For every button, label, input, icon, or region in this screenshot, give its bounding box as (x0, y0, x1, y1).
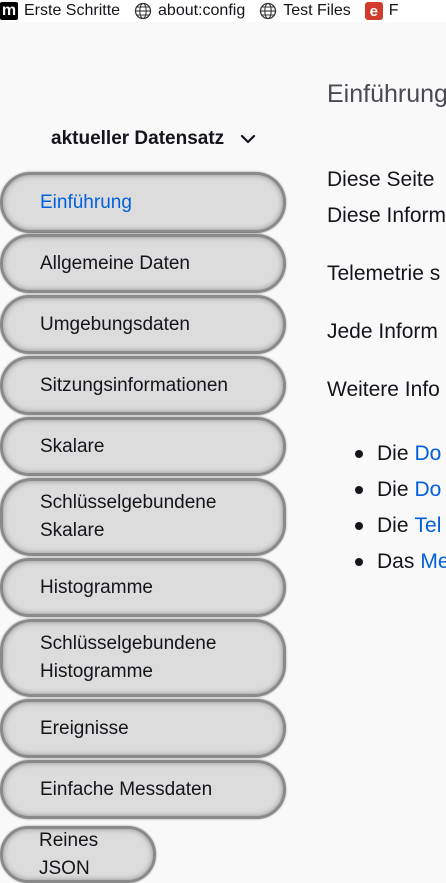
list-item-prefix: Das (377, 550, 415, 573)
list-item-prefix: Die (377, 478, 409, 501)
sidebar-item-allgemeine-daten[interactable]: Allgemeine Daten (0, 234, 286, 293)
sidebar-item-label: Sitzungsinformationen (40, 374, 228, 396)
sidebar-item-label: Skalare (40, 435, 105, 457)
sidebar-item-label: Histogramme (40, 576, 153, 598)
list-item: Die Tel (355, 508, 446, 544)
paragraph-text: Jede Inform (327, 320, 438, 343)
page-title: Einführung (327, 80, 446, 108)
bookmark-label: about:config (158, 2, 246, 19)
bullet-icon (355, 450, 363, 458)
sidebar-item-sitzungsinformationen[interactable]: Sitzungsinformationen (0, 356, 286, 415)
list-item: Die Do (355, 472, 446, 508)
bookmark-f[interactable]: e F (364, 2, 399, 20)
e-logo-icon: e (364, 2, 383, 20)
paragraph-text: Diese Inform (327, 204, 446, 227)
list-item: Das Me (355, 544, 446, 580)
sidebar-item-schluesselgebundene-histogramme[interactable]: Schlüsselgebundene Histogramme (0, 619, 286, 697)
bookmark-label: F (388, 2, 399, 19)
category-selected-label: aktueller Datensatz (51, 128, 225, 149)
list-item-prefix: Die (377, 442, 409, 465)
sidebar-item-einfuehrung[interactable]: Einführung (0, 172, 286, 233)
list-item: Die Do (355, 436, 446, 472)
bookmark-label: Test Files (283, 2, 351, 19)
bullet-icon (355, 522, 363, 530)
paragraph-text: Weitere Info (327, 378, 440, 401)
sidebar-item-ereignisse[interactable]: Ereignisse (0, 699, 286, 758)
sidebar-item-histogramme[interactable]: Histogramme (0, 558, 286, 617)
bullet-icon (355, 558, 363, 566)
list-item-link[interactable]: Tel (415, 514, 442, 538)
sidebar-item-label: Schlüsselgebundene Skalare (40, 492, 217, 541)
sidebar-item-label: Einführung (40, 191, 132, 213)
sidebar-item-einfache-messdaten[interactable]: Einfache Messdaten (0, 760, 286, 819)
bookmark-about-config[interactable]: about:config (134, 2, 245, 20)
paragraph-text: Telemetrie s (327, 262, 441, 285)
bookmarks-toolbar: m Erste Schritte about:config Test Files… (0, 0, 446, 22)
sidebar-item-label: Reines JSON (39, 829, 99, 879)
list-item-link[interactable]: Me (420, 550, 446, 574)
bookmark-test-files[interactable]: Test Files (259, 2, 351, 20)
sidebar-item-skalare[interactable]: Skalare (0, 417, 286, 476)
sidebar-item-umgebungsdaten[interactable]: Umgebungsdaten (0, 295, 286, 354)
sidebar-item-label: Umgebungsdaten (40, 313, 190, 335)
globe-icon (259, 2, 277, 20)
bookmark-erste-schritte[interactable]: m Erste Schritte (0, 2, 120, 20)
category-select[interactable]: aktueller Datensatz (51, 128, 256, 150)
chevron-down-icon (241, 134, 256, 144)
list-item-prefix: Die (377, 514, 409, 537)
list-item-link[interactable]: Do (415, 442, 442, 466)
sidebar-item-schluesselgebundene-skalare[interactable]: Schlüsselgebundene Skalare (0, 478, 286, 556)
sidebar-item-label: Einfache Messdaten (40, 778, 213, 800)
globe-icon (134, 2, 152, 20)
sidebar-item-label: Allgemeine Daten (40, 252, 190, 274)
m-logo-icon: m (0, 2, 18, 20)
bullet-icon (355, 486, 363, 494)
sidebar-item-label: Schlüsselgebundene Histogramme (40, 633, 217, 682)
sidebar-item-reines-json[interactable]: Reines JSON (0, 826, 156, 883)
list-item-link[interactable]: Do (415, 478, 442, 502)
sidebar-item-label: Ereignisse (40, 717, 129, 739)
bookmark-label: Erste Schritte (24, 2, 121, 19)
link-list: Die Do Die Do Die Tel Das Me (355, 436, 446, 580)
paragraph-text: Diese Seite (327, 168, 435, 191)
